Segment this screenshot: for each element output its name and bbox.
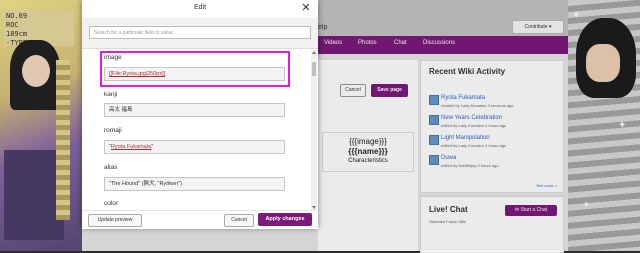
apply-changes-button[interactable]: Apply changes bbox=[258, 213, 312, 226]
scroll-up-arrow-icon[interactable] bbox=[312, 51, 316, 54]
field-label-romaji: romaji bbox=[104, 127, 122, 134]
field-input-image[interactable]: [[File:Ryota.jpg|250px]] bbox=[104, 67, 285, 81]
field-label-kanji: kanji bbox=[104, 91, 118, 98]
field-input-kanji[interactable]: 高太 福島 bbox=[104, 103, 285, 117]
scroll-down-arrow-icon[interactable] bbox=[312, 206, 316, 209]
fields-scrollbar[interactable] bbox=[311, 50, 317, 210]
field-search-input[interactable] bbox=[89, 26, 311, 39]
cancel-button[interactable]: Cancel bbox=[224, 214, 254, 227]
field-value-kanji: 高太 福島 bbox=[109, 107, 133, 113]
field-value-alias: "The Hound" (猟犬, "Ryōken") bbox=[109, 181, 182, 187]
field-label-color: color bbox=[104, 200, 119, 207]
search-area bbox=[82, 18, 318, 49]
field-label-alias: alias bbox=[104, 164, 118, 171]
dialog-title: Edit bbox=[193, 4, 207, 11]
field-input-romaji[interactable]: "Ryota Fukamata" bbox=[104, 140, 285, 154]
edit-dialog: Edit ✕ image [[File:Ryota.jpg|250px]] ka… bbox=[82, 0, 318, 229]
field-input-alias[interactable]: "The Hound" (猟犬, "Ryōken") bbox=[104, 177, 285, 191]
dialog-footer: Update preview Cancel Apply changes bbox=[82, 210, 318, 229]
scroll-thumb[interactable] bbox=[312, 62, 316, 76]
update-preview-button[interactable]: Update preview bbox=[88, 214, 142, 227]
close-icon[interactable]: ✕ bbox=[300, 2, 312, 14]
field-value-image: [[File:Ryota.jpg|250px]] bbox=[109, 71, 166, 77]
template-fields: image [[File:Ryota.jpg|250px]] kanji 高太 … bbox=[82, 48, 318, 210]
dialog-header: Edit ✕ bbox=[82, 0, 318, 19]
field-label-image: image bbox=[104, 54, 122, 61]
field-value-romaji: Ryota Fukamata bbox=[110, 144, 152, 150]
